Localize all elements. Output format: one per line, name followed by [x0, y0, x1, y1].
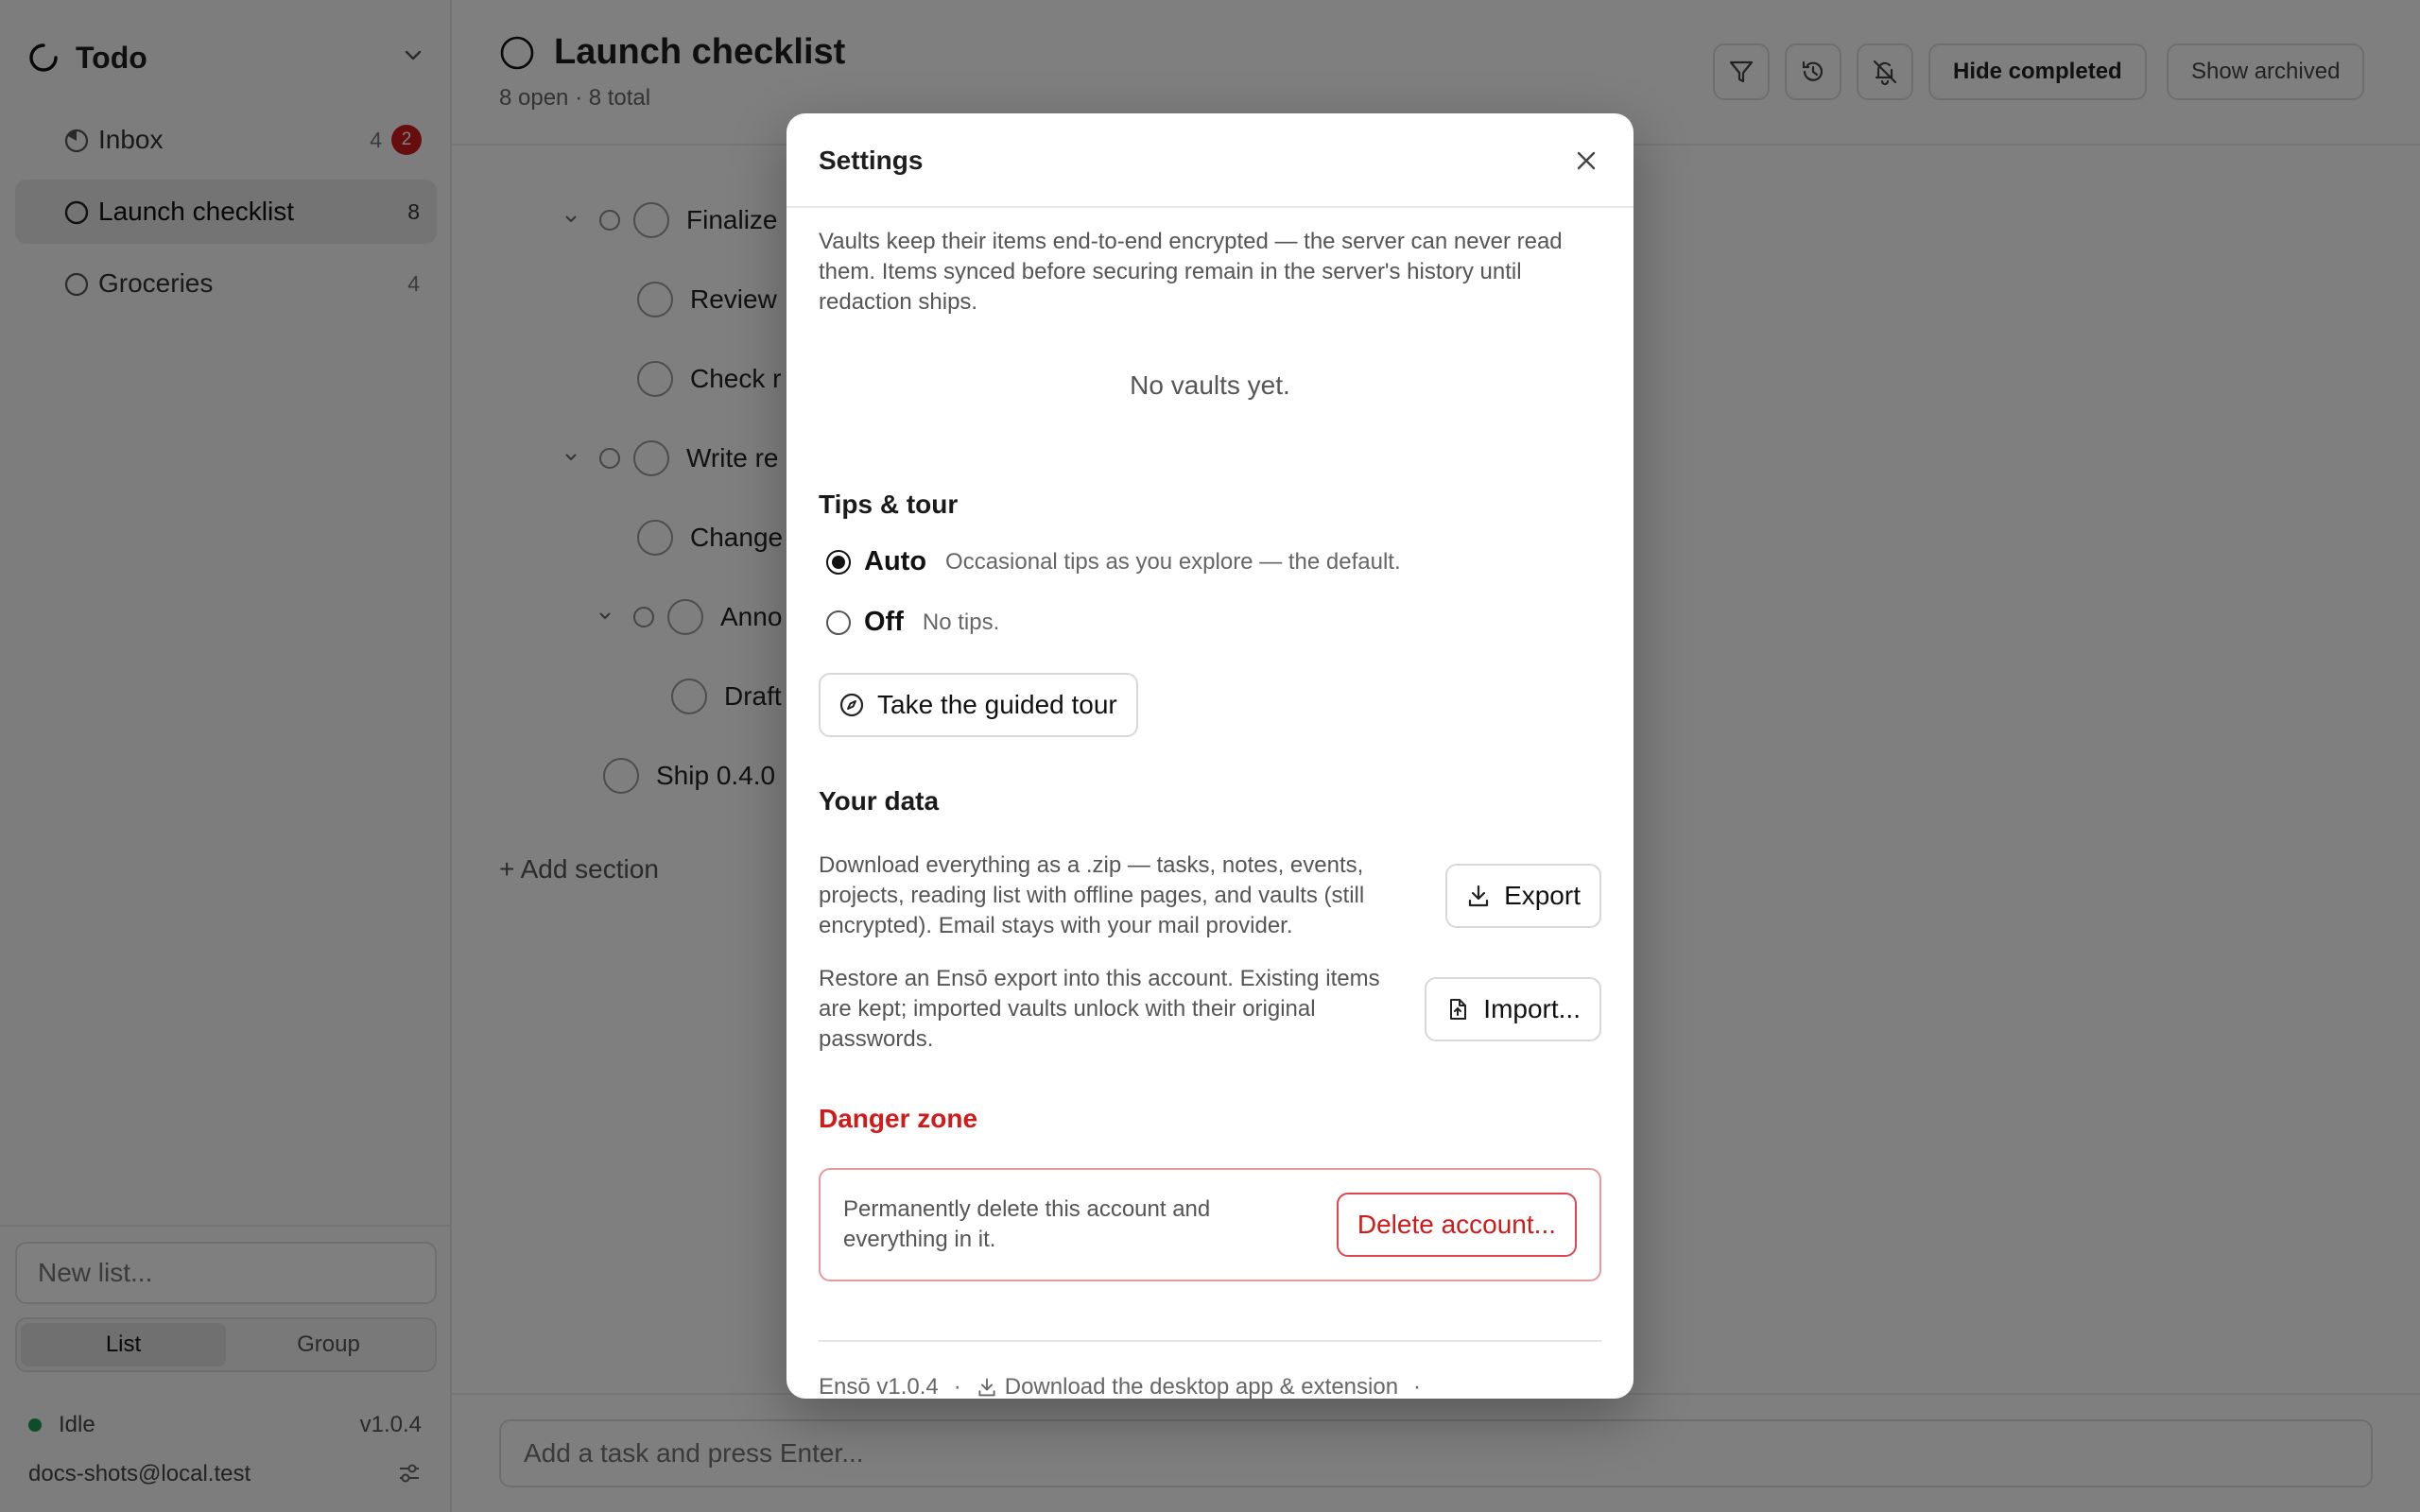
guided-tour-button[interactable]: Take the guided tour: [819, 673, 1138, 737]
download-app-link[interactable]: Download the desktop app & extension: [1005, 1374, 1398, 1399]
dialog-header: Settings: [786, 113, 1634, 208]
option-label: Auto: [864, 546, 927, 576]
button-label: Import...: [1483, 994, 1581, 1023]
danger-zone-heading: Danger zone: [819, 1104, 978, 1133]
vaults-description: Vaults keep their items end-to-end encry…: [819, 229, 1563, 315]
dialog-footer: Ensō v1.0.4 · Download the desktop app &…: [819, 1374, 1436, 1399]
download-icon: [978, 1378, 995, 1397]
vaults-empty-state: No vaults yet.: [1130, 370, 1290, 400]
separator: ·: [1413, 1374, 1422, 1399]
radio-selected[interactable]: [826, 549, 851, 575]
delete-account-button[interactable]: Delete account...: [1336, 1193, 1577, 1257]
danger-description: Permanently delete this account and ever…: [843, 1196, 1211, 1252]
danger-zone-box: Permanently delete this account and ever…: [819, 1168, 1601, 1281]
option-label: Off: [864, 607, 904, 637]
compass-icon: [839, 693, 864, 717]
close-button[interactable]: [1571, 146, 1601, 176]
button-label: Export: [1504, 881, 1581, 910]
radio-unselected[interactable]: [826, 610, 851, 635]
import-description: Restore an Ensō export into this account…: [819, 966, 1380, 1052]
settings-dialog: Settings Vaults keep their items end-to-…: [786, 113, 1634, 1399]
download-icon: [1468, 885, 1489, 907]
option-description: Occasional tips as you explore — the def…: [945, 548, 1401, 575]
button-label: Take the guided tour: [877, 690, 1117, 719]
tips-option-off[interactable]: Off No tips.: [819, 607, 999, 638]
import-button[interactable]: Import...: [1425, 977, 1601, 1041]
data-heading: Your data: [819, 786, 940, 816]
tips-option-auto[interactable]: Auto Occasional tips as you explore — th…: [819, 546, 1401, 577]
option-description: No tips.: [922, 609, 1000, 635]
file-upload-icon: [1450, 999, 1467, 1020]
export-button[interactable]: Export: [1445, 864, 1601, 928]
divider: [819, 1340, 1601, 1342]
export-description: Download everything as a .zip — tasks, n…: [819, 852, 1365, 938]
footer-version: Ensō v1.0.4: [819, 1374, 939, 1399]
dialog-title: Settings: [819, 146, 924, 175]
close-icon: [1577, 151, 1596, 170]
separator: ·: [953, 1374, 961, 1399]
tips-heading: Tips & tour: [819, 490, 959, 519]
